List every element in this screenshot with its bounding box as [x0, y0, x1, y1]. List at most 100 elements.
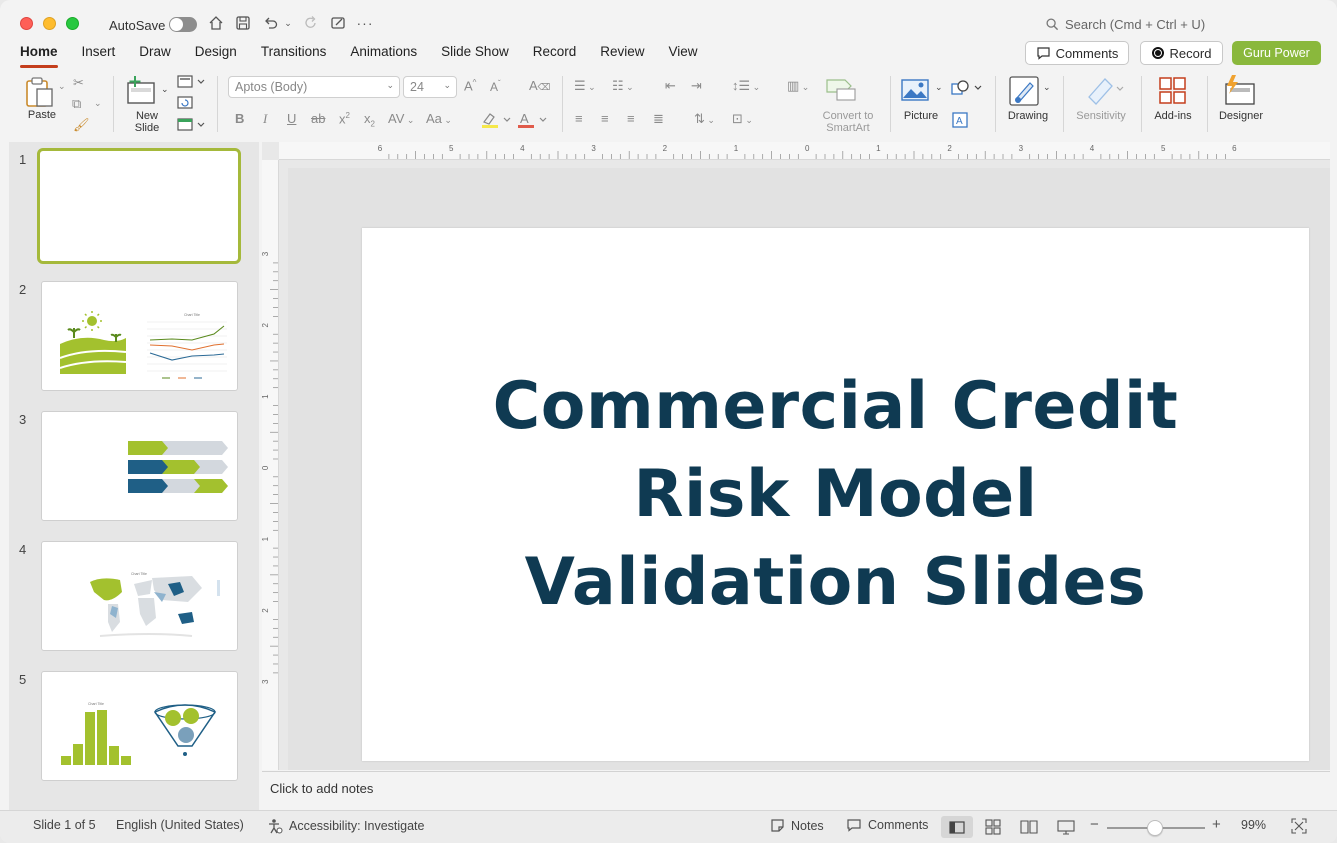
font-size-combo[interactable]: 24 ⌄	[403, 76, 457, 98]
subscript-icon[interactable]: x2	[364, 111, 375, 129]
slide-thumbnail-4[interactable]: Chart Title	[41, 541, 238, 651]
tab-view[interactable]: View	[669, 42, 698, 64]
notes-pane[interactable]: Click to add notes	[262, 771, 1330, 809]
slide-title[interactable]: Commercial Credit Risk Model Validation …	[456, 363, 1216, 627]
align-right-icon[interactable]: ≡	[627, 111, 635, 126]
zoom-window-button[interactable]	[66, 17, 79, 30]
search-box[interactable]: Search (Cmd + Ctrl + U)	[1046, 17, 1205, 32]
drawing-chevron-icon[interactable]: ⌄	[1043, 82, 1051, 93]
guru-power-button[interactable]: Guru Power	[1232, 41, 1321, 65]
new-slide-button[interactable]	[126, 75, 158, 108]
undo-icon[interactable]	[262, 14, 280, 32]
superscript-icon[interactable]: x2	[339, 111, 350, 126]
normal-view-button[interactable]	[941, 816, 973, 838]
bold-icon[interactable]: B	[235, 111, 244, 126]
record-button[interactable]: Record	[1140, 41, 1223, 65]
font-name-combo[interactable]: Aptos (Body) ⌄	[228, 76, 400, 98]
justify-icon[interactable]: ≣	[653, 111, 664, 127]
close-window-button[interactable]	[20, 17, 33, 30]
autosave-toggle[interactable]	[169, 17, 197, 32]
tab-draw[interactable]: Draw	[139, 42, 171, 64]
add-ins-button[interactable]	[1158, 76, 1188, 109]
save-icon[interactable]	[234, 14, 252, 32]
comments-toggle-button[interactable]: Comments	[846, 818, 928, 832]
sensitivity-button[interactable]	[1085, 75, 1125, 108]
decrease-indent-icon[interactable]: ⇤	[665, 78, 676, 94]
more-commands-icon[interactable]: ···	[356, 14, 374, 32]
language-indicator[interactable]: English (United States)	[116, 818, 244, 832]
increase-indent-icon[interactable]: ⇥	[691, 78, 702, 94]
tab-home[interactable]: Home	[20, 42, 58, 68]
minimize-window-button[interactable]	[43, 17, 56, 30]
decrease-font-size-icon[interactable]: Aˇ	[490, 79, 501, 94]
home-icon[interactable]	[207, 14, 225, 32]
zoom-in-button[interactable]: +	[1212, 816, 1221, 833]
tab-transitions[interactable]: Transitions	[261, 42, 327, 64]
reset-slide-button[interactable]	[177, 96, 193, 113]
clear-formatting-icon[interactable]: A⌫	[529, 78, 550, 93]
picture-chevron-icon[interactable]: ⌄	[935, 82, 943, 93]
align-center-icon[interactable]: ≡	[601, 111, 609, 126]
text-box-button[interactable]: A	[952, 112, 968, 131]
current-slide[interactable]: Commercial Credit Risk Model Validation …	[362, 228, 1309, 761]
tab-review[interactable]: Review	[600, 42, 644, 64]
thumb5-preview: Chart Title	[61, 702, 217, 765]
paste-dropdown-chevron-icon[interactable]: ⌄	[58, 81, 66, 92]
comment-icon	[847, 819, 861, 832]
section-button[interactable]	[177, 118, 205, 135]
font-color-button[interactable]: A	[517, 111, 549, 132]
tab-record[interactable]: Record	[533, 42, 577, 64]
tab-slide-show[interactable]: Slide Show	[441, 42, 509, 64]
vertical-ruler: 3 2 1 0 1 2 3	[261, 160, 279, 770]
sensitivity-icon	[1088, 78, 1124, 105]
change-case-icon[interactable]: Aa ⌄	[426, 111, 452, 126]
zoom-level[interactable]: 99%	[1241, 818, 1266, 832]
strikethrough-icon[interactable]: ab	[311, 111, 325, 126]
text-direction-icon[interactable]: ⇅ ⌄	[694, 111, 715, 127]
copy-dropdown-chevron-icon[interactable]: ⌄	[94, 98, 102, 109]
slide-thumbnail-1[interactable]	[37, 148, 241, 264]
reading-view-button[interactable]	[1020, 819, 1038, 838]
increase-font-size-icon[interactable]: A^	[464, 78, 476, 93]
accessibility-checker[interactable]: Accessibility: Investigate	[267, 818, 424, 834]
zoom-out-button[interactable]: −	[1090, 816, 1099, 833]
drawing-button[interactable]	[1008, 75, 1042, 110]
fit-to-window-button[interactable]	[1291, 818, 1307, 837]
slide-thumbnail-5[interactable]: Chart Title	[41, 671, 238, 781]
convert-smartart-button[interactable]	[825, 76, 857, 105]
highlight-color-button[interactable]	[481, 111, 513, 132]
slide-show-button[interactable]	[1057, 819, 1075, 838]
redo-icon[interactable]	[302, 14, 320, 32]
tab-insert[interactable]: Insert	[82, 42, 116, 64]
picture-button[interactable]	[900, 77, 932, 106]
columns-icon[interactable]: ▥ ⌄	[787, 78, 809, 94]
undo-dropdown-chevron-icon[interactable]: ⌄	[282, 14, 294, 32]
line-spacing-icon[interactable]: ↕☰ ⌄	[732, 78, 760, 94]
format-painter-icon[interactable]: 🖌	[73, 117, 90, 133]
tab-animations[interactable]: Animations	[350, 42, 417, 64]
cut-icon[interactable]: ✂	[73, 75, 84, 91]
align-text-icon[interactable]: ⊡ ⌄	[732, 111, 753, 127]
slide-thumbnail-2[interactable]: Chart Title	[41, 281, 238, 391]
slide-sorter-button[interactable]	[985, 819, 1001, 838]
zoom-slider-handle[interactable]	[1147, 820, 1163, 836]
numbering-icon[interactable]: ☷ ⌄	[612, 78, 634, 94]
layout-button[interactable]	[177, 75, 205, 92]
designer-button[interactable]	[1222, 74, 1256, 109]
comments-button[interactable]: Comments	[1025, 41, 1129, 65]
new-slide-chevron-icon[interactable]: ⌄	[161, 84, 169, 95]
italic-icon[interactable]: I	[263, 111, 267, 127]
character-spacing-icon[interactable]: AV ⌄	[388, 111, 414, 126]
customize-toolbar-icon[interactable]	[329, 14, 347, 32]
tab-design[interactable]: Design	[195, 42, 237, 64]
notes-toggle-button[interactable]: Notes	[770, 818, 824, 833]
bullets-icon[interactable]: ☰ ⌄	[574, 78, 596, 94]
shapes-button[interactable]	[951, 80, 983, 99]
slide-thumbnail-3[interactable]	[41, 411, 238, 521]
underline-icon[interactable]: U	[287, 111, 296, 126]
font-color-icon: A	[518, 111, 547, 128]
paste-button[interactable]	[24, 76, 58, 111]
copy-icon[interactable]: ⧉	[72, 96, 81, 112]
align-left-icon[interactable]: ≡	[575, 111, 583, 126]
thumb2-series-line	[149, 343, 225, 351]
